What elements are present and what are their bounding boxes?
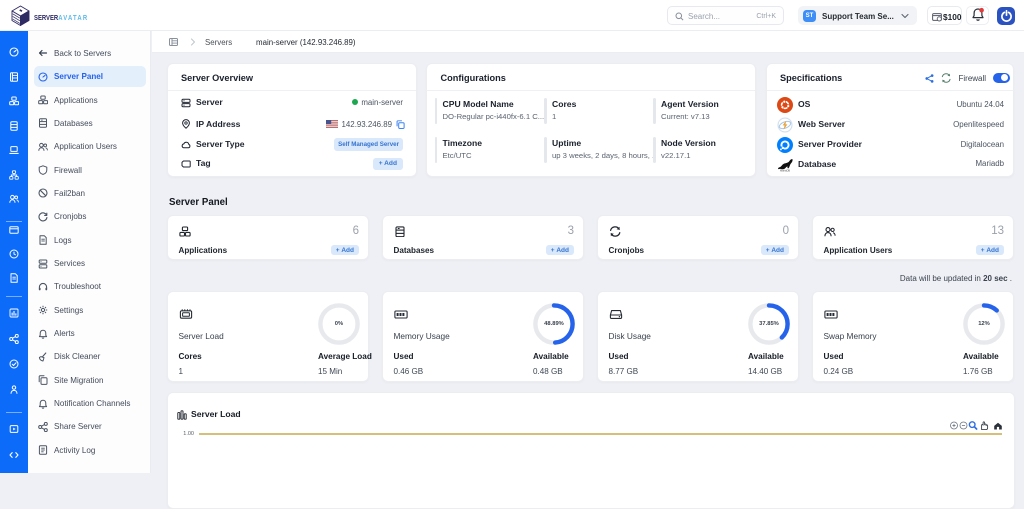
svg-text:MariaDB: MariaDB <box>780 169 790 172</box>
